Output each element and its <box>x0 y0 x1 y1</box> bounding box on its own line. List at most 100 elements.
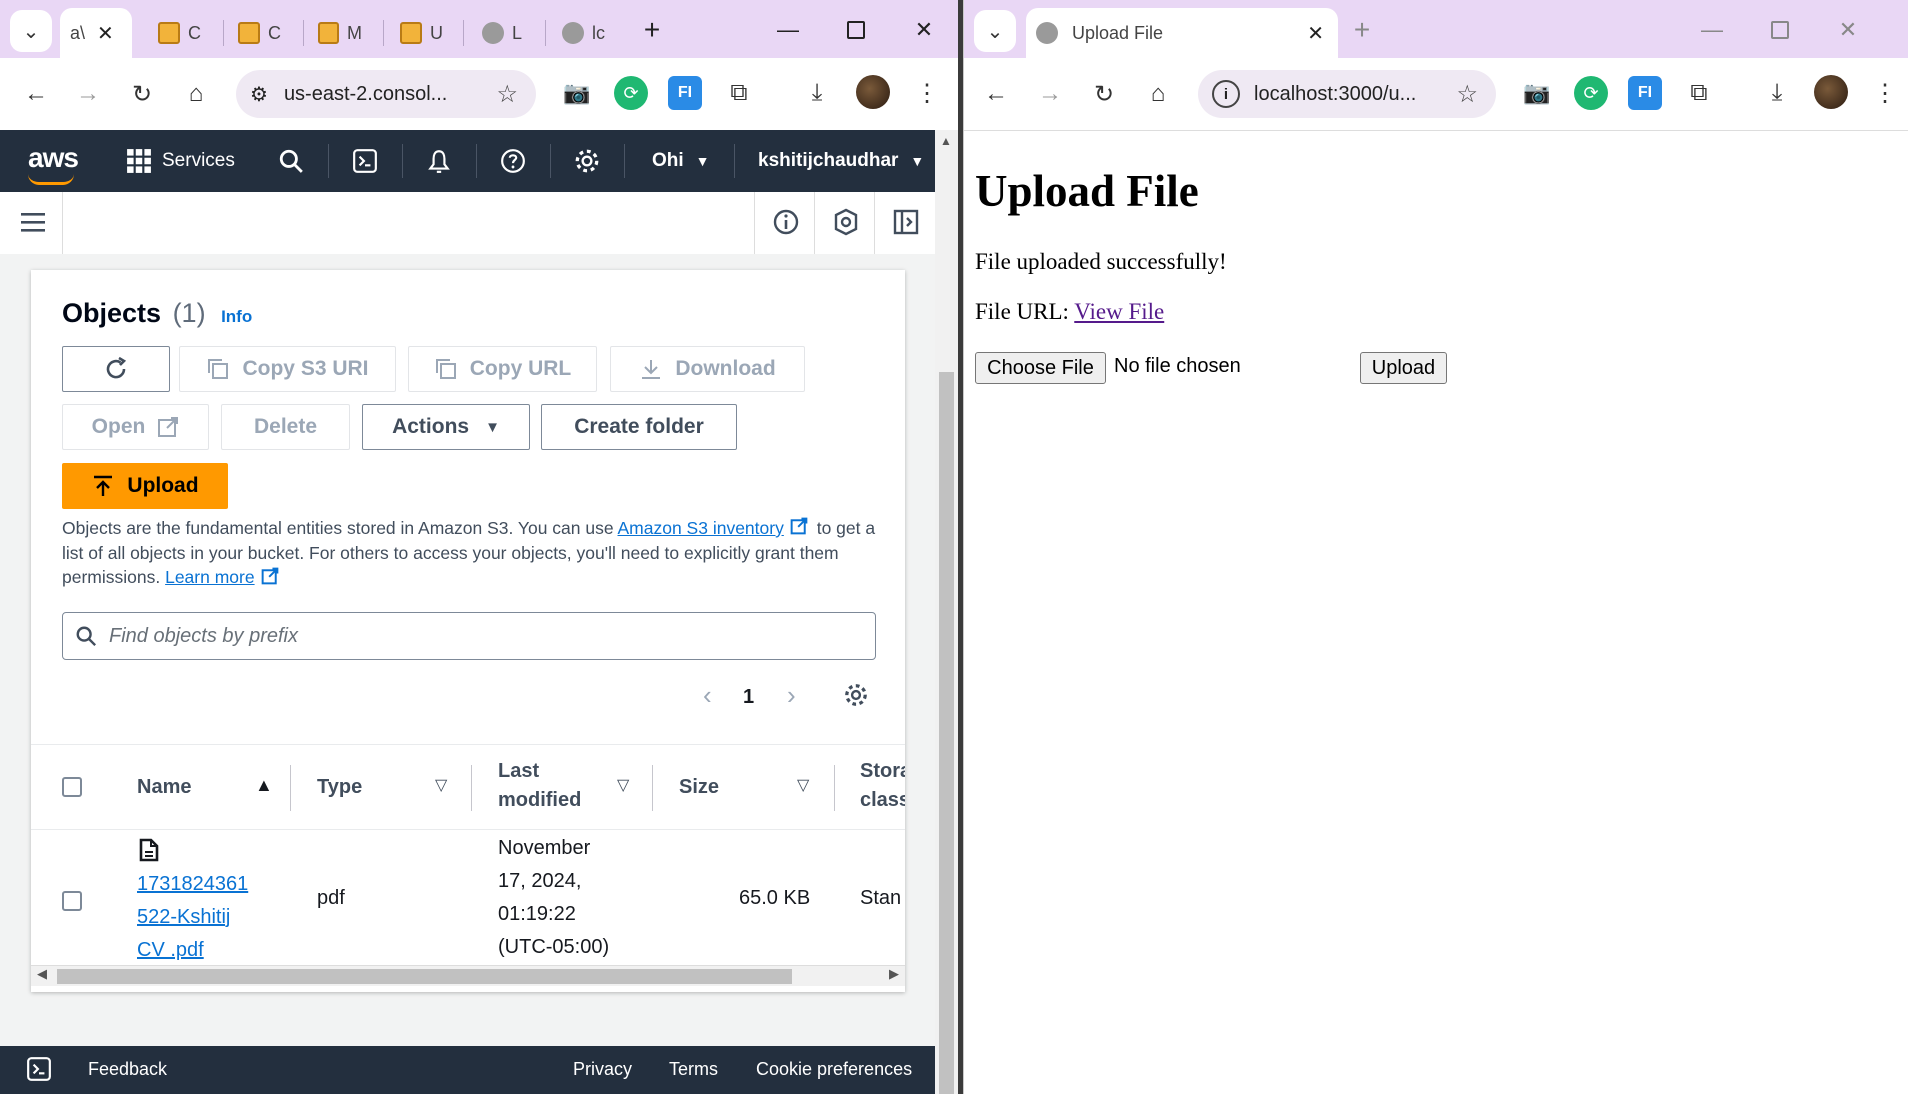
puzzle-icon[interactable]: ⧉ <box>722 76 756 110</box>
close-icon[interactable]: ✕ <box>1307 21 1324 46</box>
scroll-right-icon[interactable]: ▶ <box>889 966 899 982</box>
sort-icon[interactable]: ▽ <box>435 775 447 795</box>
learn-more-link[interactable]: Learn more <box>165 567 255 587</box>
side-panel-button[interactable] <box>892 208 920 241</box>
cloudshell-footer-button[interactable] <box>26 1056 52 1087</box>
kebab-menu-icon[interactable]: ⋮ <box>910 76 944 110</box>
horizontal-scrollbar[interactable]: ◀ ▶ <box>31 965 905 986</box>
info-icon[interactable]: i <box>1212 80 1240 108</box>
tab-search-button[interactable]: ⌄ <box>10 10 52 52</box>
column-header-name[interactable]: Name <box>137 745 191 829</box>
grammarly-icon[interactable]: ⟳ <box>1574 76 1608 110</box>
star-icon[interactable]: ☆ <box>1456 80 1478 109</box>
grammarly-icon[interactable]: ⟳ <box>614 76 648 110</box>
row-checkbox[interactable] <box>62 891 82 911</box>
minimize-button[interactable]: — <box>764 8 812 52</box>
close-window-button[interactable]: ✕ <box>900 8 948 52</box>
scroll-left-icon[interactable]: ◀ <box>37 966 47 982</box>
object-name-link[interactable]: 1731824361 522-Kshitij CV .pdf <box>137 868 248 967</box>
avatar[interactable] <box>1814 75 1848 109</box>
column-header-last-modified[interactable]: Last modified <box>498 745 581 841</box>
address-bar[interactable]: ⚙ us-east-2.consol... ☆ <box>236 70 536 118</box>
tab-6[interactable]: L <box>472 8 536 58</box>
tab-search-button[interactable]: ⌄ <box>974 10 1016 52</box>
select-all-checkbox[interactable] <box>62 777 82 797</box>
copy-s3-uri-button[interactable]: Copy S3 URI <box>179 346 396 392</box>
maximize-button[interactable] <box>1756 8 1804 52</box>
extension-fi-icon[interactable]: FI <box>1628 76 1662 110</box>
feedback-link[interactable]: Feedback <box>88 1059 167 1080</box>
actions-dropdown[interactable]: Actions ▼ <box>362 404 530 450</box>
s3-inventory-link[interactable]: Amazon S3 inventory <box>618 518 784 538</box>
forward-button[interactable]: → <box>66 72 110 116</box>
table-settings-button[interactable] <box>843 682 869 713</box>
kebab-menu-icon[interactable]: ⋮ <box>1868 76 1902 110</box>
camera-icon[interactable]: 📷 <box>560 76 594 110</box>
tab-4[interactable]: M <box>308 8 372 58</box>
column-header-type[interactable]: Type <box>317 745 362 829</box>
page-number[interactable]: 1 <box>743 686 754 709</box>
minimize-button[interactable]: — <box>1688 8 1736 52</box>
close-icon[interactable]: ✕ <box>97 21 114 46</box>
tab-upload-file[interactable]: Upload File ✕ <box>1026 8 1338 58</box>
sort-icon[interactable]: ▽ <box>617 775 629 795</box>
cloudshell-button[interactable] <box>352 130 378 192</box>
notifications-button[interactable] <box>426 130 452 192</box>
copy-url-button[interactable]: Copy URL <box>408 346 597 392</box>
back-button[interactable]: ← <box>974 72 1018 116</box>
vertical-scrollbar[interactable]: ▲ <box>935 130 958 1094</box>
info-link[interactable]: Info <box>221 307 252 326</box>
services-menu[interactable]: Services <box>126 130 235 192</box>
scroll-up-icon[interactable]: ▲ <box>940 134 952 148</box>
sort-icon[interactable]: ▽ <box>797 775 809 795</box>
forward-button[interactable]: → <box>1028 72 1072 116</box>
sort-ascending-icon[interactable]: ▲ <box>255 775 273 796</box>
open-button[interactable]: Open <box>62 404 209 450</box>
hamburger-button[interactable] <box>20 210 46 239</box>
create-folder-button[interactable]: Create folder <box>541 404 737 450</box>
account-menu[interactable]: kshitijchaudhar ▼ <box>758 130 924 192</box>
download-button[interactable]: Download <box>610 346 805 392</box>
new-tab-button[interactable]: + <box>1338 8 1386 52</box>
region-selector[interactable]: Ohi ▼ <box>652 130 710 192</box>
home-button[interactable]: ⌂ <box>1136 72 1180 116</box>
choose-file-button[interactable]: Choose File <box>975 352 1106 384</box>
terms-link[interactable]: Terms <box>669 1059 718 1080</box>
reload-button[interactable]: ↻ <box>120 72 164 116</box>
prev-page-button[interactable]: ‹ <box>703 680 712 711</box>
column-header-storage-class[interactable]: Stora class <box>860 745 905 841</box>
refresh-button[interactable] <box>62 346 170 392</box>
camera-icon[interactable]: 📷 <box>1520 76 1554 110</box>
tab-7[interactable]: lc <box>552 8 616 58</box>
download-icon[interactable]: ⤓ <box>800 76 834 110</box>
reload-button[interactable]: ↻ <box>1082 72 1126 116</box>
tab-3[interactable]: C <box>228 8 292 58</box>
view-file-link[interactable]: View File <box>1074 299 1164 324</box>
address-bar[interactable]: i localhost:3000/u... ☆ <box>1198 70 1496 118</box>
star-icon[interactable]: ☆ <box>496 80 518 109</box>
maximize-button[interactable] <box>832 8 880 52</box>
close-window-button[interactable]: ✕ <box>1824 8 1872 52</box>
delete-button[interactable]: Delete <box>221 404 350 450</box>
scrollbar-thumb[interactable] <box>57 969 792 984</box>
cookie-preferences-link[interactable]: Cookie preferences <box>756 1059 912 1080</box>
scrollbar-thumb[interactable] <box>939 372 954 1094</box>
search-button[interactable] <box>278 130 304 192</box>
avatar[interactable] <box>856 75 890 109</box>
site-settings-icon[interactable]: ⚙ <box>250 82 268 107</box>
help-button[interactable] <box>500 130 526 192</box>
next-page-button[interactable]: › <box>787 680 796 711</box>
privacy-link[interactable]: Privacy <box>573 1059 632 1080</box>
tab-2[interactable]: C <box>148 8 212 58</box>
new-tab-button[interactable]: + <box>628 8 676 52</box>
tab-5[interactable]: U <box>390 8 454 58</box>
security-panel-button[interactable] <box>832 208 860 241</box>
extension-fi-icon[interactable]: FI <box>668 76 702 110</box>
back-button[interactable]: ← <box>14 72 58 116</box>
upload-submit-button[interactable]: Upload <box>1360 352 1447 384</box>
home-button[interactable]: ⌂ <box>174 72 218 116</box>
column-header-size[interactable]: Size <box>679 745 719 829</box>
search-input[interactable]: Find objects by prefix <box>62 612 876 660</box>
aws-logo[interactable]: aws <box>28 142 79 174</box>
settings-button[interactable] <box>574 130 600 192</box>
